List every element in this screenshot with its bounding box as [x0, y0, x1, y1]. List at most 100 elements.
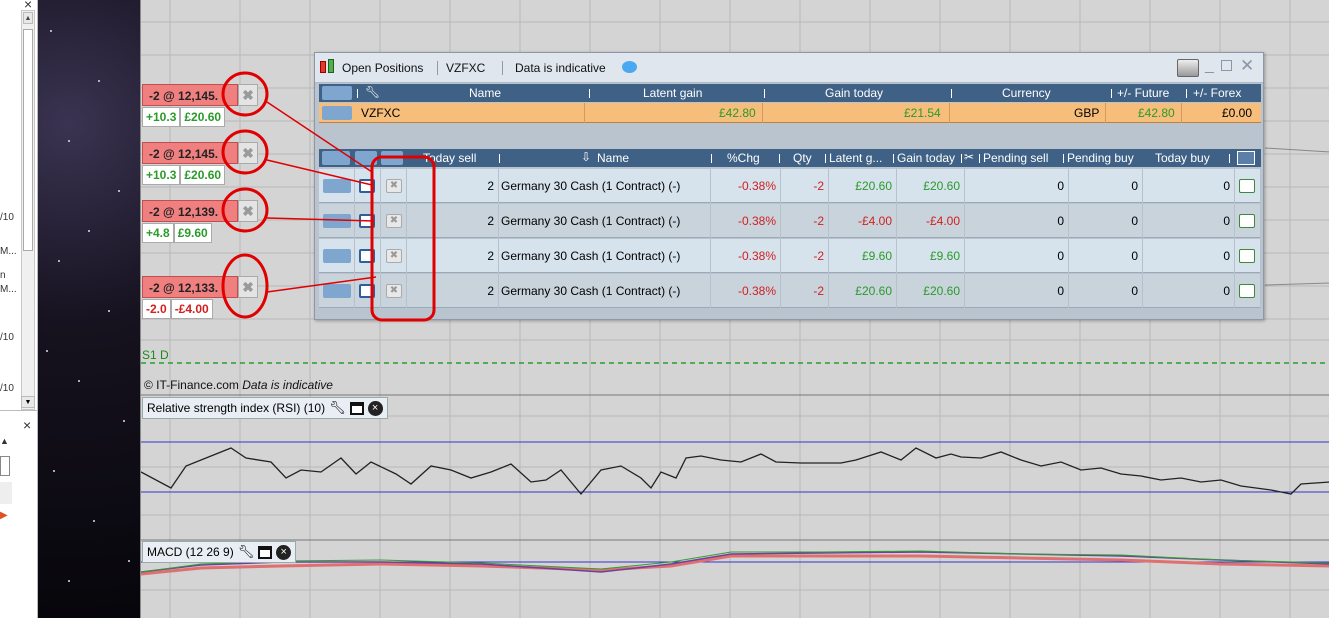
minimize-icon[interactable]: _ [1205, 57, 1214, 75]
side-panel-text: n [0, 270, 6, 281]
edit-order-icon[interactable] [359, 284, 375, 298]
print-icon[interactable] [1177, 59, 1199, 77]
order-price[interactable]: -2 @ 12,133. [142, 276, 238, 298]
position-row[interactable]: ✖ 2 Germany 30 Cash (1 Contract) (-) -0.38%… [319, 169, 1261, 203]
col-gain-today[interactable]: Gain today [897, 151, 955, 165]
close-order-icon[interactable]: ✖ [238, 142, 258, 164]
col-latent-gain[interactable]: Latent g... [829, 151, 882, 165]
col-currency[interactable]: Currency [1002, 86, 1051, 100]
edit-order-icon[interactable] [359, 214, 375, 228]
maximize-icon[interactable] [349, 401, 364, 415]
close-position-icon[interactable]: ✖ [386, 214, 402, 228]
scroll-down-icon[interactable]: ▼ [21, 396, 35, 408]
col-name[interactable]: Name [469, 86, 501, 100]
wrench-icon[interactable]: 🔧︎ [365, 85, 380, 99]
row-action-cell [319, 239, 355, 273]
positions-icon[interactable] [322, 151, 350, 165]
maximize-icon[interactable] [258, 545, 273, 559]
position-row[interactable]: ✖ 2 Germany 30 Cash (1 Contract) (-) -0.38%… [319, 204, 1261, 238]
window-titlebar[interactable]: Open Positions VZFXC Data is indicative … [315, 53, 1263, 83]
order-tag[interactable]: -2 @ 12,145. ✖ +10.3 £20.60 [142, 84, 258, 127]
instrument-name: Germany 30 Cash (1 Contract) (-) [499, 169, 711, 203]
positions-icon[interactable] [323, 179, 351, 193]
close-window-icon[interactable]: ✕ [1240, 56, 1254, 76]
up-arrow-icon[interactable]: ▲ [0, 436, 9, 446]
col-today-buy[interactable]: Today buy [1155, 151, 1210, 165]
side-button[interactable] [0, 482, 12, 504]
summary-header: 🔧︎ Name Latent gain Gain today Currency … [319, 84, 1261, 102]
maximize-window-icon[interactable] [1221, 60, 1232, 71]
divider [0, 410, 37, 411]
macd-header: MACD (12 26 9) 🔧︎ × [142, 541, 297, 563]
col-future[interactable]: +/- Future [1117, 86, 1169, 100]
close-icon[interactable]: × [23, 417, 31, 433]
info-bubble-icon[interactable] [622, 61, 637, 73]
today-buy-value: 0 [1143, 274, 1235, 308]
positions-icon[interactable] [323, 284, 351, 298]
col-qty[interactable]: Qty [793, 151, 812, 165]
wrench-icon[interactable]: 🔧︎ [329, 400, 346, 416]
chart-icon[interactable] [1239, 284, 1255, 298]
pending-sell-value: 0 [965, 239, 1069, 273]
close-position-icon[interactable]: ✖ [386, 284, 402, 298]
col-name[interactable]: Name [597, 151, 629, 165]
order-price[interactable]: -2 @ 12,145. [142, 142, 238, 164]
positions-icon[interactable] [323, 249, 351, 263]
edit-order-icon[interactable] [359, 249, 375, 263]
side-panel-text: /10 [0, 383, 14, 394]
side-panel-scrollbar[interactable]: ▲ [21, 10, 35, 410]
close-position-icon[interactable]: ✖ [386, 249, 402, 263]
chart-icon[interactable] [1237, 151, 1255, 165]
col-gain-today[interactable]: Gain today [825, 86, 883, 100]
summary-gain-today: £21.54 [904, 106, 941, 120]
today-buy-value: 0 [1143, 169, 1235, 203]
order-price[interactable]: -2 @ 12,145. [142, 84, 238, 106]
order-tag[interactable]: -2 @ 12,133. ✖ -2.0 -£4.00 [142, 276, 258, 319]
close-position-icon[interactable]: ✖ [386, 179, 402, 193]
summary-future: £42.80 [1138, 106, 1175, 120]
scroll-up-icon[interactable]: ▲ [23, 12, 33, 24]
positions-icon[interactable] [323, 214, 351, 228]
scroll-thumb[interactable] [23, 29, 33, 251]
chart-icon[interactable] [1239, 179, 1255, 193]
col-pending-buy[interactable]: Pending buy [1067, 151, 1134, 165]
order-tag[interactable]: -2 @ 12,139. ✖ +4.8 £9.60 [142, 200, 258, 243]
scissors-icon[interactable]: ✂ [964, 150, 974, 164]
pending-sell-value: 0 [965, 169, 1069, 203]
close-position-icon[interactable] [381, 151, 403, 165]
close-indicator-icon[interactable]: × [276, 544, 292, 560]
col-today-sell[interactable]: Today sell [423, 151, 476, 165]
position-row[interactable]: ✖ 2 Germany 30 Cash (1 Contract) (-) -0.38%… [319, 239, 1261, 273]
summary-currency: GBP [1074, 106, 1100, 120]
col-pending-sell[interactable]: Pending sell [983, 151, 1048, 165]
order-price[interactable]: -2 @ 12,139. [142, 200, 238, 222]
edit-order-icon[interactable] [355, 151, 377, 165]
chart-icon[interactable] [1239, 249, 1255, 263]
wrench-icon[interactable]: 🔧︎ [238, 544, 255, 560]
macd-label: MACD (12 26 9) [147, 545, 234, 559]
position-row[interactable]: ✖ 2 Germany 30 Cash (1 Contract) (-) -0.38%… [319, 274, 1261, 308]
side-input[interactable] [0, 456, 10, 476]
close-order-icon[interactable]: ✖ [238, 84, 258, 106]
row-action-cell [319, 274, 355, 308]
close-order-icon[interactable]: ✖ [238, 200, 258, 222]
change-value: -0.38% [711, 204, 781, 238]
close-order-icon[interactable]: ✖ [238, 276, 258, 298]
close-indicator-icon[interactable]: × [367, 400, 383, 416]
order-tag[interactable]: -2 @ 12,145. ✖ +10.3 £20.60 [142, 142, 258, 185]
latent-gain-value: £9.60 [829, 239, 897, 273]
rsi-header: Relative strength index (RSI) (10) 🔧︎ × [142, 397, 388, 419]
sort-down-icon[interactable]: ⇩ [581, 150, 591, 164]
col-latent-gain[interactable]: Latent gain [643, 86, 702, 100]
open-positions-window[interactable]: Open Positions VZFXC Data is indicative … [314, 52, 1264, 320]
edit-order-icon[interactable] [359, 179, 375, 193]
col-chg[interactable]: %Chg [727, 151, 760, 165]
positions-icon[interactable] [322, 86, 352, 100]
play-icon[interactable]: ▶ [0, 510, 8, 521]
positions-icon[interactable] [322, 106, 352, 120]
summary-row[interactable]: VZFXC £42.80 £21.54 GBP £42.80 £0.00 [319, 103, 1261, 123]
latent-gain-value: £20.60 [829, 169, 897, 203]
latent-gain-value: £20.60 [829, 274, 897, 308]
chart-icon[interactable] [1239, 214, 1255, 228]
col-forex[interactable]: +/- Forex [1193, 86, 1241, 100]
